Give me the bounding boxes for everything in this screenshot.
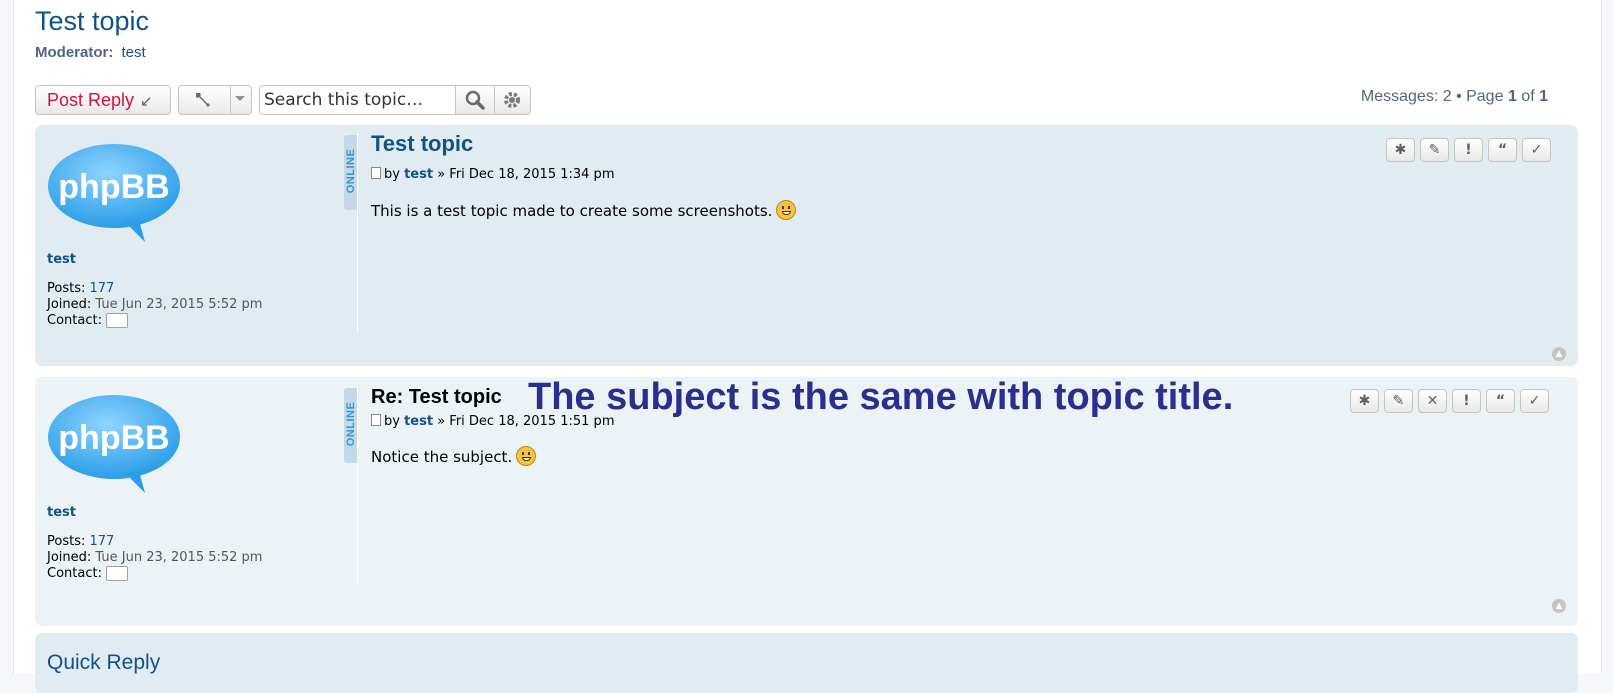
- total-pages: 1: [1539, 88, 1548, 105]
- edit-button[interactable]: ✎: [1420, 138, 1449, 162]
- joined-label: Joined:: [47, 297, 92, 312]
- post-icon[interactable]: [371, 167, 381, 179]
- advanced-search-button[interactable]: [495, 86, 530, 114]
- of-label: of: [1521, 88, 1535, 105]
- avatar[interactable]: phpBB: [47, 142, 182, 242]
- post-actions: ✱ ✎ ! “ ✓: [1386, 138, 1551, 162]
- warn-button[interactable]: !: [1454, 138, 1483, 162]
- quote-button[interactable]: “: [1486, 389, 1515, 413]
- warn-button[interactable]: !: [1452, 389, 1481, 413]
- post-subject[interactable]: Test topic: [371, 131, 473, 157]
- back-to-top-icon[interactable]: ▲: [1552, 599, 1566, 613]
- moderator-line: Moderator: test: [35, 44, 146, 61]
- online-label: ONLINE: [345, 148, 357, 194]
- post-icon[interactable]: [371, 414, 381, 426]
- search-button[interactable]: [456, 86, 495, 114]
- online-badge: ONLINE: [344, 135, 357, 210]
- by-label: by: [384, 167, 400, 182]
- post-author[interactable]: test: [404, 414, 433, 429]
- post-text: Notice the subject.: [371, 448, 513, 466]
- quick-reply-title[interactable]: Quick Reply: [47, 651, 160, 675]
- report-button[interactable]: ✱: [1386, 138, 1415, 162]
- wrench-icon: [193, 90, 213, 115]
- post-author[interactable]: test: [404, 167, 433, 182]
- post-divider: [357, 385, 358, 585]
- tools-divider: [230, 86, 231, 114]
- current-page: 1: [1507, 88, 1517, 105]
- post-username[interactable]: test: [47, 252, 76, 267]
- pagination: Messages: 2 • Page 1 of 1: [1361, 88, 1548, 106]
- contact-icon[interactable]: [105, 313, 128, 328]
- messages-count: Messages: 2 • Page: [1360, 88, 1504, 105]
- by-label: by: [384, 414, 400, 429]
- post-info: by test » Fri Dec 18, 2015 1:34 pm: [371, 167, 614, 182]
- post-text: This is a test topic made to create some…: [371, 202, 773, 220]
- contact-icon[interactable]: [105, 566, 128, 581]
- post-divider: [357, 133, 358, 333]
- post: phpBB test Posts: 177 Joined: Tue Jun 23…: [35, 125, 1578, 366]
- caret-down-icon[interactable]: [235, 96, 245, 101]
- topic-tools-button[interactable]: [178, 85, 252, 115]
- approve-button[interactable]: ✓: [1522, 138, 1551, 162]
- quote-button[interactable]: “: [1488, 138, 1517, 162]
- topic-title[interactable]: Test topic: [35, 6, 149, 37]
- post-actions: ✱ ✎ ✕ ! “ ✓: [1350, 389, 1549, 413]
- edit-button[interactable]: ✎: [1384, 389, 1413, 413]
- svg-text:phpBB: phpBB: [58, 168, 169, 206]
- moderator-label: Moderator:: [35, 44, 114, 61]
- annotation-text: The subject is the same with topic title…: [528, 376, 1234, 418]
- svg-text:phpBB: phpBB: [58, 419, 169, 457]
- post-profile-meta: Posts: 177 Joined: Tue Jun 23, 2015 5:52…: [47, 281, 262, 329]
- posts-count[interactable]: 177: [90, 534, 115, 549]
- post-content: This is a test topic made to create some…: [371, 200, 797, 220]
- delete-button[interactable]: ✕: [1418, 389, 1447, 413]
- back-to-top-icon[interactable]: ▲: [1552, 347, 1566, 361]
- joined-date: Tue Jun 23, 2015 5:52 pm: [95, 550, 263, 565]
- post-date: » Fri Dec 18, 2015 1:34 pm: [437, 167, 615, 182]
- forum-page: Test topic Moderator: test Post Reply ↙ M…: [13, 0, 1602, 693]
- search-input[interactable]: [260, 86, 456, 114]
- smiley-icon: [776, 200, 797, 220]
- magnifier-icon: [465, 90, 485, 110]
- post-reply-label: Post Reply: [47, 90, 135, 110]
- contact-label: Contact:: [47, 313, 102, 328]
- smiley-icon: [516, 446, 537, 466]
- reply-arrow-icon: ↙: [140, 93, 153, 110]
- posts-label: Posts:: [47, 534, 86, 549]
- quick-reply-panel: Quick Reply: [35, 633, 1578, 693]
- post-content: Notice the subject.: [371, 446, 537, 466]
- post-subject[interactable]: Re: Test topic: [371, 386, 502, 409]
- post-reply-button[interactable]: Post Reply ↙: [35, 85, 171, 115]
- posts-label: Posts:: [47, 281, 86, 296]
- online-label: ONLINE: [345, 401, 357, 447]
- topic-search-box: [259, 85, 531, 115]
- approve-button[interactable]: ✓: [1520, 389, 1549, 413]
- posts-count[interactable]: 177: [90, 281, 115, 296]
- avatar[interactable]: phpBB: [47, 393, 182, 493]
- post-username[interactable]: test: [47, 505, 76, 520]
- report-button[interactable]: ✱: [1350, 389, 1379, 413]
- gear-icon: [504, 92, 520, 108]
- moderator-link[interactable]: test: [122, 44, 146, 61]
- contact-label: Contact:: [47, 566, 102, 581]
- joined-label: Joined:: [47, 550, 92, 565]
- joined-date: Tue Jun 23, 2015 5:52 pm: [95, 297, 263, 312]
- post-profile-meta: Posts: 177 Joined: Tue Jun 23, 2015 5:52…: [47, 534, 262, 582]
- online-badge: ONLINE: [344, 388, 357, 463]
